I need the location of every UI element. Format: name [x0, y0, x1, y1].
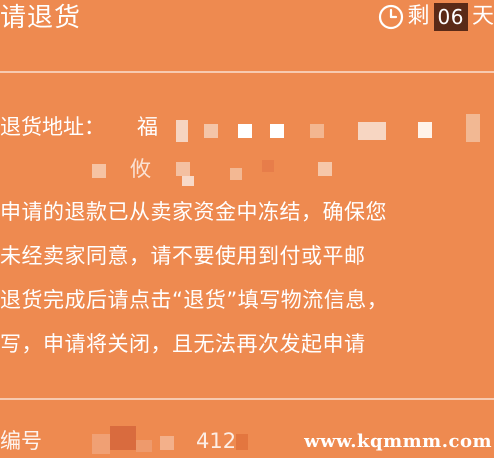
address-redaction-block: [318, 162, 332, 176]
address-redaction-block: [262, 160, 274, 172]
address-redaction-block: [176, 120, 188, 142]
order-redaction-block: [136, 440, 152, 452]
countdown: 剩 06 天: [378, 2, 494, 32]
header: 请退货 剩 06 天: [0, 0, 494, 72]
address-redaction-block: [176, 162, 190, 176]
order-redaction-block: [160, 436, 174, 450]
order-redaction-block: [110, 426, 136, 450]
order-footer: 编号 412 www.kqmmm.com: [0, 400, 494, 458]
return-address-label: 退货地址：: [0, 115, 105, 139]
return-request-page: 请退货 剩 06 天 退货地址： 福 攸 申请的退款已从卖家资金中冻结，确保您 …: [0, 0, 494, 458]
address-redaction-block: [182, 176, 194, 186]
address-redaction-block: [310, 124, 324, 138]
return-address-visible-start: 福: [137, 115, 158, 139]
address-redaction-block: [270, 124, 284, 138]
countdown-unit: 天: [471, 4, 494, 29]
address-redaction-block: [418, 122, 432, 138]
return-address: 退货地址： 福 攸: [0, 110, 494, 190]
order-redaction-block: [236, 434, 248, 450]
watermark: www.kqmmm.com: [304, 431, 492, 452]
address-redaction-block: [358, 122, 386, 140]
notice-line: 未经卖家同意，请不要使用到付或平邮: [0, 244, 366, 268]
notice-line: 申请的退款已从卖家资金中冻结，确保您: [0, 200, 387, 224]
address-redaction-block: [238, 124, 252, 138]
countdown-days: 06: [433, 3, 468, 31]
address-redaction-block: [92, 164, 106, 178]
header-divider: [0, 71, 494, 73]
return-notice: 申请的退款已从卖家资金中冻结，确保您 未经卖家同意，请不要使用到付或平邮 退货完…: [0, 190, 494, 370]
order-number-label: 编号: [0, 429, 42, 453]
clock-icon: [378, 4, 403, 30]
notice-line: 写，申请将关闭，且无法再次发起申请: [0, 332, 366, 356]
order-number-visible-part: 412: [196, 429, 237, 453]
address-redaction-block: [466, 114, 480, 142]
address-redaction-block: [204, 124, 218, 138]
order-redaction-block: [92, 434, 110, 454]
notice-line: 退货完成后请点击“退货”填写物流信息，: [0, 288, 389, 312]
address-redaction-block: [230, 168, 242, 180]
page-title: 请退货: [0, 3, 82, 33]
countdown-prefix: 剩: [407, 4, 430, 29]
return-address-visible-mid: 攸: [130, 157, 151, 181]
